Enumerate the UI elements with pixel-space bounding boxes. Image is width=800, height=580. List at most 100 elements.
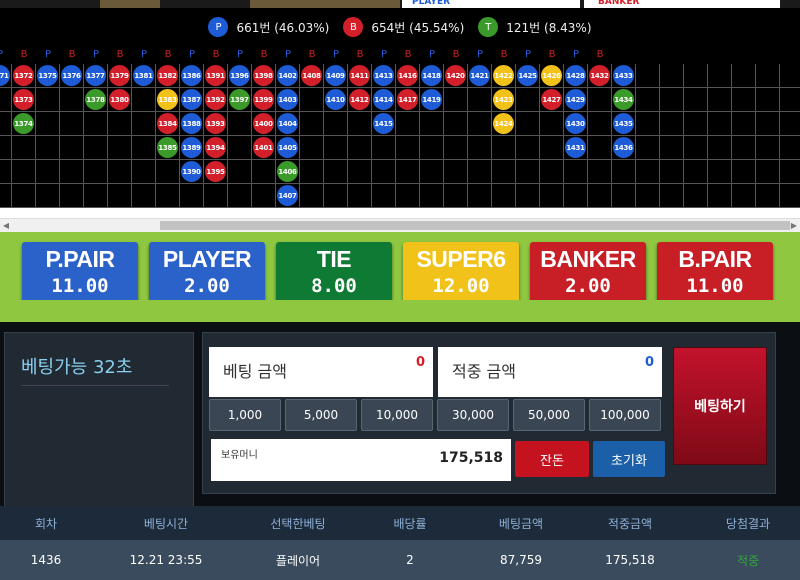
history-column-header: 당첨결과 [725, 516, 771, 531]
road-grid-cell [636, 160, 660, 184]
road-bead: 1435 [613, 113, 634, 134]
road-grid-cell [420, 112, 444, 136]
chip-button[interactable]: 50,000 [513, 399, 585, 431]
road-bead: 1372 [13, 65, 34, 86]
history-column-header: 배당률 [393, 516, 427, 531]
road-grid-cell [156, 160, 180, 184]
bet-amount-label: 베팅 금액 [223, 362, 287, 381]
chip-button[interactable]: 5,000 [285, 399, 357, 431]
road-header-cell: P [332, 49, 340, 60]
road-bead: 1378 [85, 89, 106, 110]
road-grid-cell [60, 184, 84, 208]
change-button[interactable]: 잔돈 [515, 441, 589, 477]
road-bead: 1428 [565, 65, 586, 86]
bet-panel-bottom [0, 300, 800, 322]
road-grid-cell [396, 184, 420, 208]
baccarat-app: PLAYER BANKER P 661번 (46.03%) B 654번 (45.54… [0, 0, 800, 580]
road-header-cell: P [572, 49, 580, 60]
road-grid-cell [780, 184, 800, 208]
road-grid-cell [300, 88, 324, 112]
road-grid-cell [228, 160, 252, 184]
table-cell: 175,518 [605, 553, 655, 567]
road-grid-cell [636, 64, 660, 88]
road-grid-cell [420, 184, 444, 208]
road-header-cell: B [116, 49, 124, 60]
win-amount-value: 0 [644, 355, 654, 370]
chip-button[interactable]: 30,000 [437, 399, 509, 431]
road-grid-cell [732, 160, 756, 184]
stat-badge: P [208, 17, 229, 37]
bet-option-odds: 8.00 [311, 275, 357, 297]
reset-button[interactable]: 초기화 [593, 441, 665, 477]
road-grid-cell [516, 160, 540, 184]
bead-road-board[interactable]: PBPBPBPBPBPBPBPBPBPBPBPBPB 1371137213751… [0, 46, 800, 218]
road-grid-cell [324, 160, 348, 184]
road-grid-cell [156, 184, 180, 208]
road-bead: 1394 [205, 137, 226, 158]
road-bead: 1424 [493, 113, 514, 134]
road-grid-cell [300, 136, 324, 160]
road-grid-cell [588, 112, 612, 136]
bet-option-bpair[interactable]: B.PAIR 11.00 [657, 242, 773, 304]
scroll-left-arrow-icon[interactable]: ◀ [0, 219, 12, 233]
chip-button[interactable]: 10,000 [361, 399, 433, 431]
road-bead: 1417 [397, 89, 418, 110]
road-grid-cell [684, 136, 708, 160]
road-grid-cell [132, 136, 156, 160]
road-header-cell: P [524, 49, 532, 60]
road-grid-cell [36, 136, 60, 160]
road-bead: 1398 [253, 65, 274, 86]
road-grid-cell [348, 160, 372, 184]
road-horizontal-scrollbar[interactable]: ◀ ▶ [0, 218, 800, 232]
bet-option-name: PLAYER [162, 246, 252, 272]
road-grid-cell [12, 160, 36, 184]
timer-divider [21, 385, 169, 386]
bet-option-tie[interactable]: TIE 8.00 [276, 242, 392, 304]
bet-option-player[interactable]: PLAYER 2.00 [149, 242, 265, 304]
bet-option-ppair[interactable]: P.PAIR 11.00 [22, 242, 138, 304]
road-bead: 1382 [157, 65, 178, 86]
road-header-cell: B [212, 49, 220, 60]
road-bead: 1387 [181, 89, 202, 110]
chip-button[interactable]: 1,000 [209, 399, 281, 431]
road-header-row: PBPBPBPBPBPBPBPBPBPBPBPBPB [0, 46, 800, 64]
road-grid-cell [780, 112, 800, 136]
road-bead: 1379 [109, 65, 130, 86]
road-grid-cell [372, 184, 396, 208]
road-grid-cell [396, 136, 420, 160]
table-cell: 1436 [30, 553, 62, 567]
road-grid-cell [516, 184, 540, 208]
road-grid-cell [0, 160, 12, 184]
road-bead: 1423 [493, 89, 514, 110]
bet-option-banker[interactable]: BANKER 2.00 [530, 242, 646, 304]
bet-amount-field[interactable]: 베팅 금액 0 [209, 347, 433, 397]
road-header-cell: B [356, 49, 364, 60]
road-header-cell: P [92, 49, 100, 60]
road-bead: 1393 [205, 113, 226, 134]
bet-option-super6[interactable]: SUPER6 12.00 [403, 242, 519, 304]
scrollbar-thumb[interactable] [160, 221, 790, 230]
table-cell: 2 [406, 553, 414, 567]
road-grid-cell [108, 160, 132, 184]
bet-option-name: SUPER6 [416, 246, 506, 272]
road-grid-cell [444, 112, 468, 136]
betting-area: 베팅가능 32초 베팅 금액 0 적중 금액 0 1,000 5,000 10,00… [0, 322, 800, 512]
road-bead: 1377 [85, 65, 106, 86]
road-bead: 1421 [469, 65, 490, 86]
scroll-right-arrow-icon[interactable]: ▶ [788, 219, 800, 233]
road-grid-cell [468, 112, 492, 136]
road-grid-cell [708, 160, 732, 184]
history-column-header: 회차 [34, 516, 58, 531]
road-grid-cell [252, 184, 276, 208]
table-cell: 12.21 23:55 [129, 553, 203, 567]
place-bet-button[interactable]: 베팅하기 [673, 347, 767, 465]
road-grid-cell [492, 160, 516, 184]
road-bead: 1425 [517, 65, 538, 86]
road-grid-cell [60, 136, 84, 160]
chip-button[interactable]: 100,000 [589, 399, 661, 431]
road-grid-cell [708, 112, 732, 136]
road-bead: 1375 [37, 65, 58, 86]
road-grid-cell [636, 136, 660, 160]
stat-item: P 661번 (46.03%) [208, 17, 329, 37]
video-top-strip: PLAYER BANKER [0, 0, 800, 8]
